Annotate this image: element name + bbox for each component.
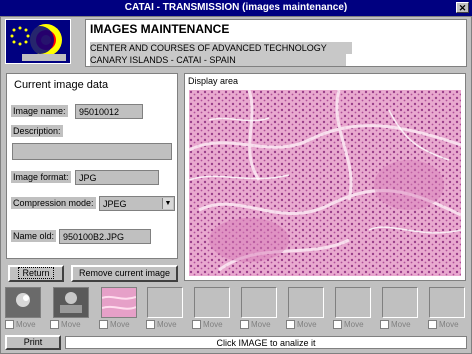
move-checkbox-10[interactable]: Move bbox=[428, 320, 459, 330]
return-button[interactable]: Return bbox=[8, 265, 64, 282]
remove-current-image-button[interactable]: Remove current image bbox=[71, 265, 178, 282]
compression-value: JPEG bbox=[103, 199, 127, 209]
move-label: Move bbox=[203, 320, 223, 329]
header-subtitle-2: CANARY ISLANDS - CATAI - SPAIN bbox=[90, 54, 346, 66]
move-label: Move bbox=[61, 320, 81, 329]
move-label: Move bbox=[297, 320, 317, 329]
checkbox-icon bbox=[286, 320, 295, 330]
move-label: Move bbox=[344, 320, 364, 329]
thumbnail-9[interactable] bbox=[382, 287, 418, 318]
checkbox-icon bbox=[5, 320, 14, 330]
thumbnail-4[interactable] bbox=[147, 287, 183, 318]
compression-label: Compression mode: bbox=[11, 197, 96, 209]
thumbnail-7[interactable] bbox=[288, 287, 324, 318]
return-button-label: Return bbox=[18, 267, 54, 279]
move-label: Move bbox=[157, 320, 177, 329]
thumbnail-10[interactable] bbox=[429, 287, 465, 318]
current-image-heading: Current image data bbox=[14, 79, 109, 91]
checkbox-icon bbox=[146, 320, 155, 330]
window-title: CATAI - TRANSMISSION (images maintenance… bbox=[124, 2, 348, 13]
move-checkbox-4[interactable]: Move bbox=[146, 320, 177, 330]
display-area-label: Display area bbox=[188, 76, 239, 86]
title-bar: CATAI - TRANSMISSION (images maintenance… bbox=[0, 0, 472, 16]
thumbnail-1[interactable] bbox=[5, 287, 41, 318]
checkbox-icon bbox=[428, 320, 437, 330]
thumbnail-5[interactable] bbox=[194, 287, 230, 318]
move-label: Move bbox=[110, 320, 130, 329]
status-bar: Click IMAGE to analize it bbox=[65, 336, 467, 349]
move-label: Move bbox=[391, 320, 411, 329]
header-panel: IMAGES MAINTENANCE CENTER AND COURSES OF… bbox=[85, 19, 467, 67]
move-checkbox-5[interactable]: Move bbox=[192, 320, 223, 330]
compression-select[interactable]: JPEG ▼ bbox=[99, 196, 175, 211]
move-label: Move bbox=[439, 320, 459, 329]
image-format-field[interactable]: JPG bbox=[75, 170, 159, 185]
current-image-panel: Current image data Image name: 95010012 … bbox=[6, 73, 178, 259]
checkbox-icon bbox=[380, 320, 389, 330]
header-subtitle-1: CENTER AND COURSES OF ADVANCED TECHNOLOG… bbox=[90, 42, 352, 54]
checkbox-icon bbox=[333, 320, 342, 330]
catai-logo bbox=[5, 19, 71, 64]
move-label: Move bbox=[251, 320, 271, 329]
chevron-down-icon[interactable]: ▼ bbox=[162, 198, 173, 209]
checkbox-icon bbox=[50, 320, 59, 330]
checkbox-icon bbox=[192, 320, 201, 330]
move-checkbox-1[interactable]: Move bbox=[5, 320, 36, 330]
description-label: Description: bbox=[11, 125, 63, 137]
move-checkbox-9[interactable]: Move bbox=[380, 320, 411, 330]
description-field[interactable] bbox=[12, 143, 172, 160]
close-button[interactable]: ✕ bbox=[456, 2, 469, 13]
move-checkbox-3[interactable]: Move bbox=[99, 320, 130, 330]
display-area-panel: Display area bbox=[184, 73, 466, 281]
thumbnail-8[interactable] bbox=[335, 287, 371, 318]
move-checkbox-7[interactable]: Move bbox=[286, 320, 317, 330]
thumbnail-6[interactable] bbox=[241, 287, 277, 318]
name-old-label: Name old: bbox=[11, 230, 57, 242]
thumbnail-3[interactable] bbox=[101, 287, 137, 318]
checkbox-icon bbox=[99, 320, 108, 330]
move-checkbox-2[interactable]: Move bbox=[50, 320, 81, 330]
name-old-field[interactable]: 950100B2.JPG bbox=[59, 229, 151, 244]
print-button[interactable]: Print bbox=[5, 335, 61, 350]
move-checkbox-8[interactable]: Move bbox=[333, 320, 364, 330]
image-format-label: Image format: bbox=[11, 171, 71, 183]
image-name-field[interactable]: 95010012 bbox=[75, 104, 143, 119]
page-title: IMAGES MAINTENANCE bbox=[90, 22, 230, 36]
histology-image[interactable] bbox=[188, 89, 462, 276]
image-name-label: Image name: bbox=[11, 105, 68, 117]
move-checkbox-6[interactable]: Move bbox=[240, 320, 271, 330]
move-label: Move bbox=[16, 320, 36, 329]
checkbox-icon bbox=[240, 320, 249, 330]
thumbnail-2[interactable] bbox=[53, 287, 89, 318]
